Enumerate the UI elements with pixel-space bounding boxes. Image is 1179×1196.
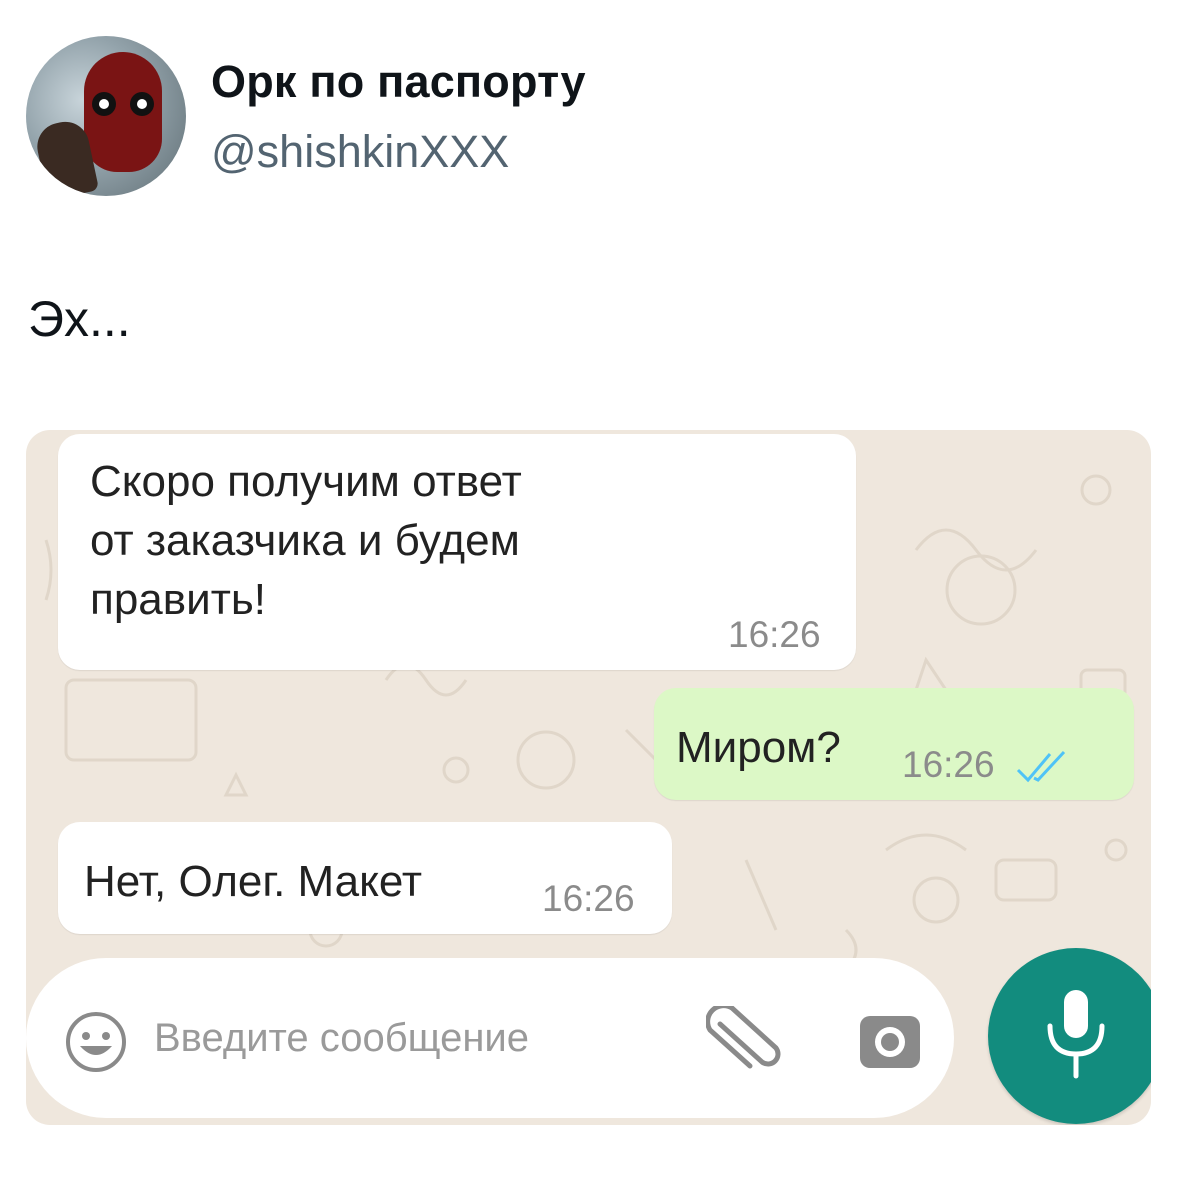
- message-input-bar[interactable]: Введите сообщение: [26, 958, 954, 1118]
- message-time: 16:26: [902, 744, 995, 785]
- message-time: 16:26: [542, 878, 635, 919]
- user-display-name[interactable]: Орк по паспорту: [211, 56, 586, 108]
- message-input-placeholder[interactable]: Введите сообщение: [154, 1016, 529, 1061]
- message-text: Нет, Олег. Макет: [84, 857, 423, 906]
- message-bubble-outgoing[interactable]: Миром? 16:26: [654, 688, 1134, 800]
- chat-screenshot: Скоро получим ответ от заказчика и будем…: [26, 430, 1151, 1125]
- emoji-icon[interactable]: [64, 1010, 128, 1074]
- user-avatar[interactable]: [26, 36, 186, 196]
- double-check-icon: [1016, 750, 1066, 783]
- tweet-text: Эх...: [28, 291, 131, 347]
- user-handle[interactable]: @shishkinXXX: [211, 126, 509, 178]
- microphone-button[interactable]: [988, 948, 1151, 1124]
- avatar-mask-image: [84, 52, 162, 172]
- message-time: 16:26: [728, 614, 821, 655]
- message-text: Скоро получим ответ от заказчика и будем…: [90, 457, 522, 624]
- microphone-icon: [1047, 990, 1105, 1079]
- tweet-header: Орк по паспорту @shishkinXXX: [26, 36, 1146, 201]
- message-text: Миром?: [676, 723, 841, 772]
- message-bubble-incoming[interactable]: Скоро получим ответ от заказчика и будем…: [58, 434, 856, 670]
- camera-icon[interactable]: [858, 1010, 922, 1070]
- message-bubble-incoming[interactable]: Нет, Олег. Макет 16:26: [58, 822, 672, 934]
- paperclip-icon[interactable]: [706, 1006, 786, 1076]
